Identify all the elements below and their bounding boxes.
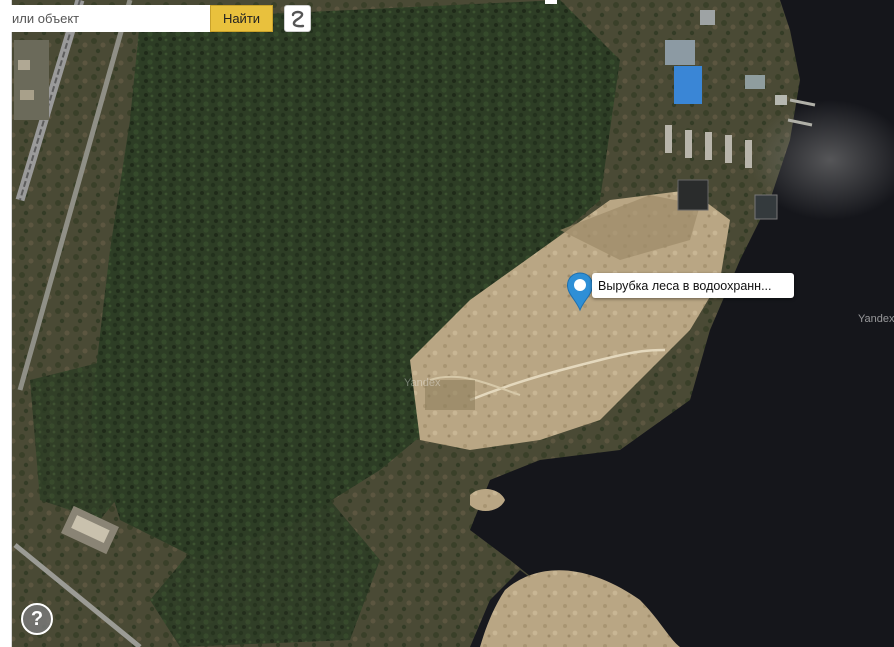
search-button[interactable]: Найти: [210, 5, 273, 32]
help-button[interactable]: ?: [21, 603, 53, 635]
map-pin-icon[interactable]: [566, 272, 594, 312]
search-input[interactable]: [10, 5, 210, 32]
placemark-label[interactable]: Вырубка леса в водоохранн...: [592, 273, 794, 298]
yandex-watermark: Yandex: [858, 313, 894, 325]
satellite-map[interactable]: [0, 0, 894, 647]
route-icon: [291, 10, 304, 27]
sidebar-edge: [0, 0, 12, 647]
map-marker-top: [545, 0, 557, 4]
yandex-watermark-faint: Yandex: [404, 377, 441, 389]
satellite-imagery: [0, 0, 894, 647]
placemark[interactable]: Вырубка леса в водоохранн...: [566, 272, 796, 312]
route-button[interactable]: [284, 5, 311, 32]
